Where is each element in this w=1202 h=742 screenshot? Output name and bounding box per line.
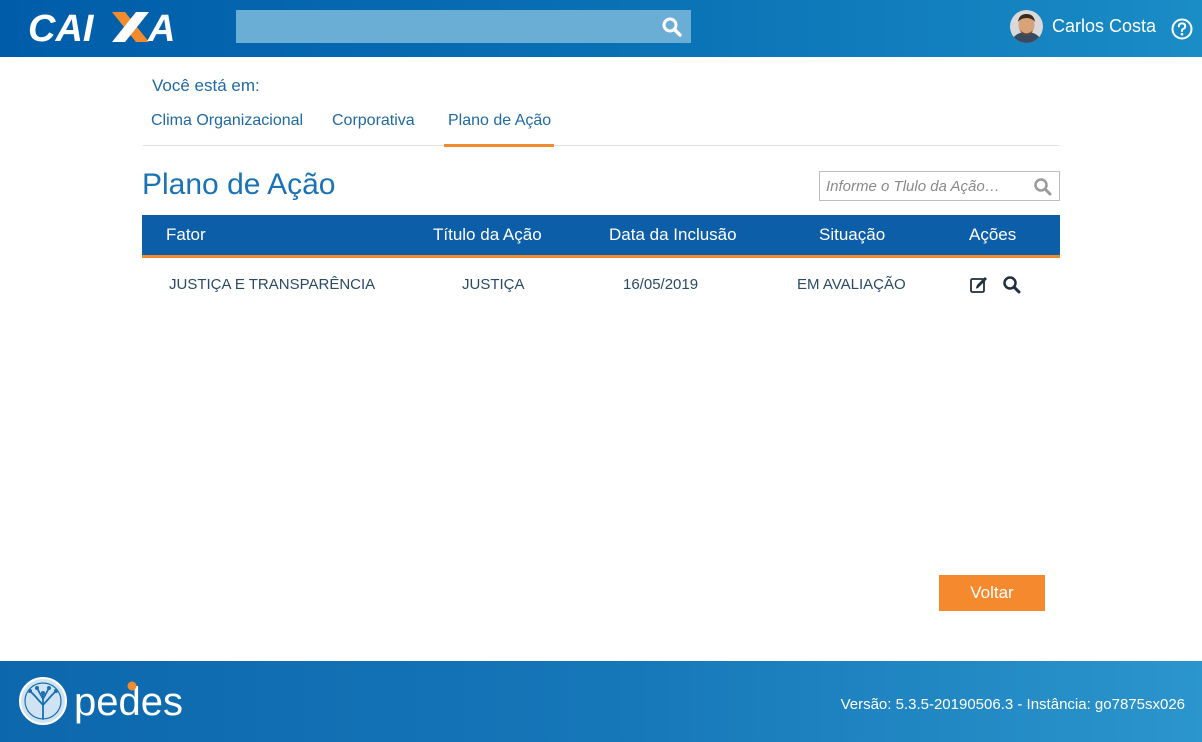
edit-icon[interactable] [969,275,989,295]
column-header-data[interactable]: Data da Inclusão [609,225,737,245]
global-search-input[interactable] [236,10,691,43]
cell-titulo: JUSTIÇA [462,276,525,293]
column-header-titulo[interactable]: Título da Ação [433,225,542,245]
back-button[interactable]: Voltar [939,575,1045,611]
help-circle-icon[interactable] [1171,18,1193,40]
svg-text:CAI: CAI [28,8,95,46]
page-title: Plano de Ação [142,168,336,201]
cell-fator: JUSTIÇA E TRANSPARÊNCIA [169,276,376,293]
action-search [819,171,1060,201]
tab-clima-organizacional[interactable]: Clima Organizacional [151,112,303,144]
action-plan-table: Fator Título da Ação Data da Inclusão Si… [142,215,1060,314]
version-info: Versão: 5.3.5-20190506.3 - Instância: go… [840,696,1185,713]
user-name[interactable]: Carlos Costa [1052,16,1156,37]
user-menu[interactable]: Carlos Costa [1010,9,1156,43]
search-icon[interactable] [1002,275,1022,295]
action-search-input[interactable] [820,172,1059,200]
avatar[interactable] [1010,9,1043,43]
tab-corporativa[interactable]: Corporativa [332,112,415,144]
pedes-logo: pedes [19,677,183,725]
column-header-fator[interactable]: Fator [166,225,206,245]
search-icon[interactable] [1033,177,1053,197]
tab-plano-de-acao[interactable]: Plano de Ação [444,112,555,147]
breadcrumb-prefix: Você está em: [152,76,260,95]
breadcrumb: Clima Organizacional Corporativa Plano d… [143,104,1059,147]
global-search [236,10,691,43]
column-header-acoes: Ações [969,225,1017,244]
column-header-situacao[interactable]: Situação [819,225,885,245]
top-navbar: CAI A Carlos Costa [0,0,1202,57]
cell-situacao: EM AVALIAÇÃO [797,276,906,293]
footer: pedes Versão: 5.3.5-20190506.3 - Instânc… [0,661,1202,742]
search-icon[interactable] [661,16,683,38]
table-row: JUSTIÇA E TRANSPARÊNCIA JUSTIÇA 16/05/20… [142,258,1060,314]
cell-data: 16/05/2019 [623,276,699,293]
caixa-logo[interactable]: CAI A [28,8,182,46]
svg-text:A: A [147,8,175,46]
table-header: Fator Título da Ação Data da Inclusão Si… [142,215,1060,258]
